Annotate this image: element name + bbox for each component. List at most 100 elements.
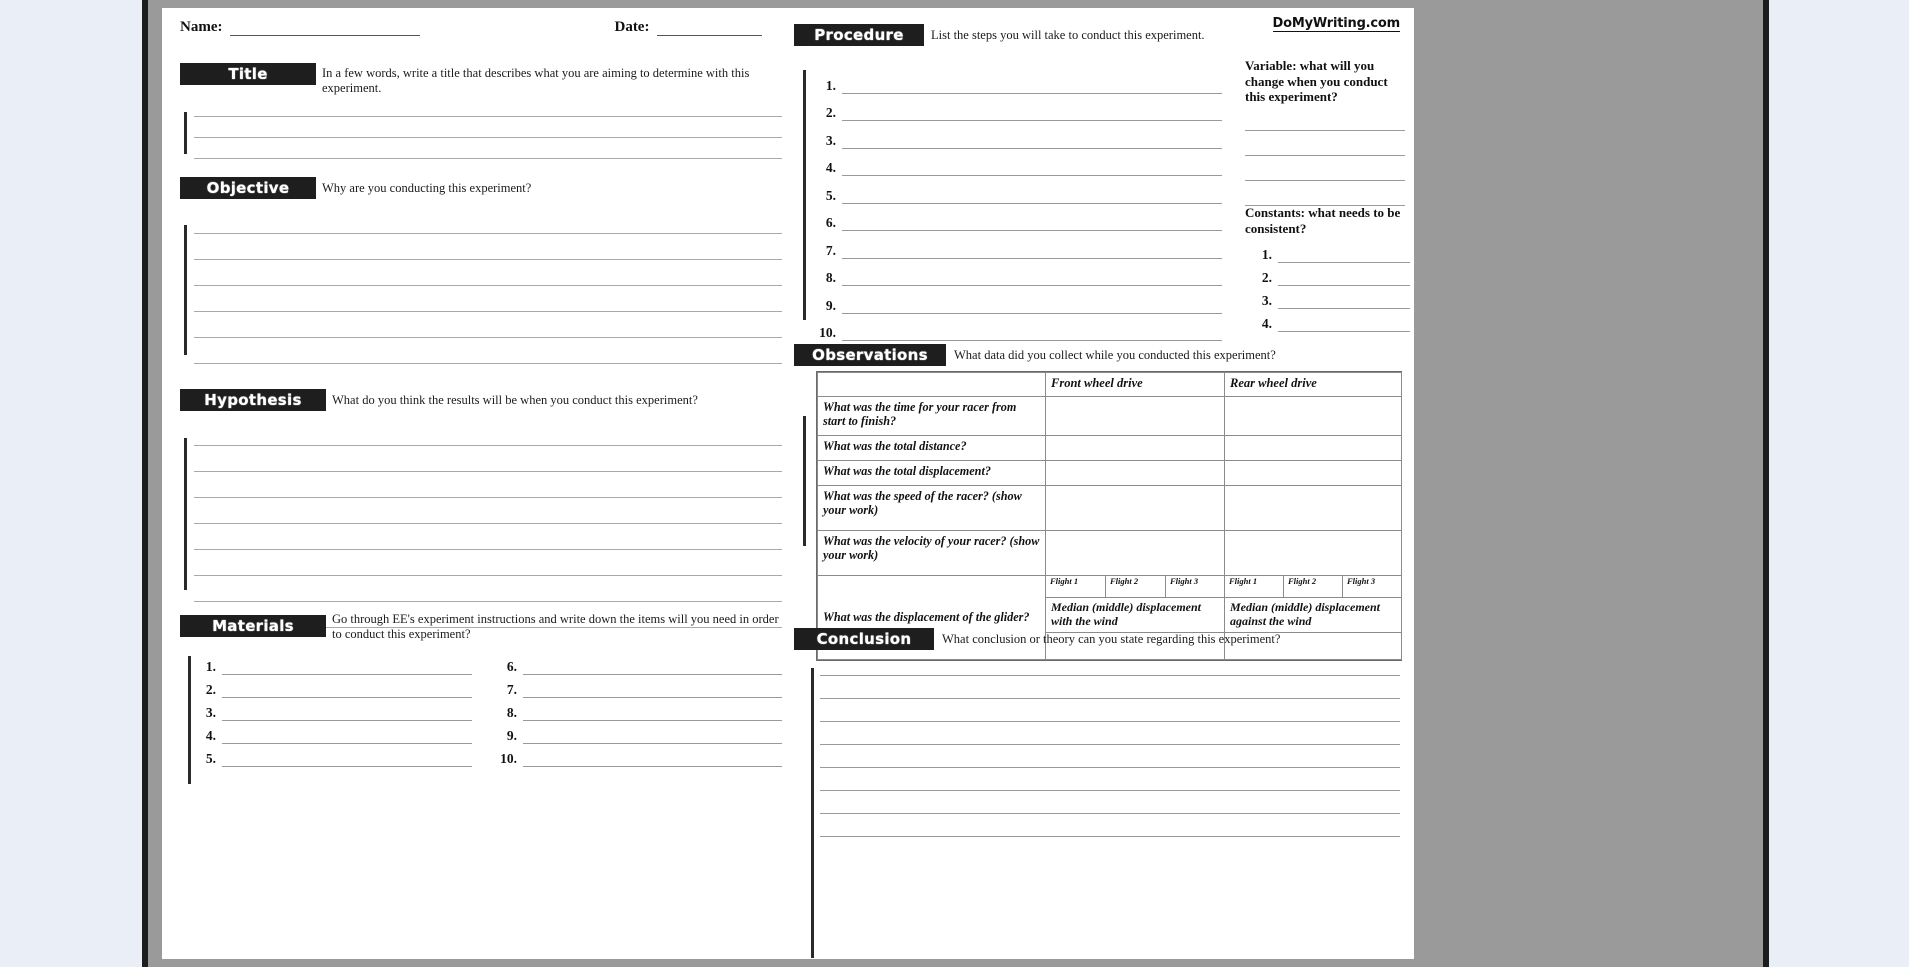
write-line[interactable] bbox=[820, 699, 1400, 722]
write-line[interactable] bbox=[194, 138, 782, 159]
write-line[interactable] bbox=[820, 653, 1400, 676]
list-item[interactable]: 6. bbox=[810, 204, 1222, 231]
constants-input-line[interactable] bbox=[1278, 247, 1410, 263]
write-line[interactable] bbox=[194, 550, 782, 576]
table-row: What was the speed of the racer? (show y… bbox=[817, 485, 1403, 531]
procedure-input-line[interactable] bbox=[842, 243, 1222, 259]
write-line[interactable] bbox=[1245, 156, 1405, 181]
materials-input-line[interactable] bbox=[523, 682, 782, 698]
materials-input-line[interactable] bbox=[523, 705, 782, 721]
materials-input-line[interactable] bbox=[523, 728, 782, 744]
materials-input-line[interactable] bbox=[222, 728, 472, 744]
list-item[interactable]: 9. bbox=[810, 286, 1222, 314]
list-number: 2. bbox=[1261, 270, 1272, 285]
write-line[interactable] bbox=[820, 722, 1400, 745]
table-cell-answer[interactable] bbox=[1224, 485, 1403, 531]
table-row-label: What was the time for your racer from st… bbox=[817, 396, 1046, 436]
constants-input-line[interactable] bbox=[1278, 293, 1410, 309]
table-header-flight: Flight 3 bbox=[1164, 575, 1226, 598]
list-item[interactable]: 10. bbox=[487, 744, 782, 767]
write-line[interactable] bbox=[194, 260, 782, 286]
table-cell-answer[interactable] bbox=[1044, 460, 1226, 486]
table-cell-answer[interactable] bbox=[1224, 396, 1403, 436]
procedure-input-line[interactable] bbox=[842, 298, 1222, 314]
list-item[interactable]: 4. bbox=[1252, 309, 1410, 332]
list-item[interactable]: 3. bbox=[194, 698, 472, 721]
materials-input-line[interactable] bbox=[523, 751, 782, 767]
write-line[interactable] bbox=[194, 524, 782, 550]
write-line[interactable] bbox=[194, 576, 782, 602]
list-item[interactable]: 7. bbox=[810, 231, 1222, 259]
materials-input-line[interactable] bbox=[222, 751, 472, 767]
write-line[interactable] bbox=[1245, 181, 1405, 206]
list-item[interactable]: 3. bbox=[810, 121, 1222, 149]
materials-input-line[interactable] bbox=[222, 659, 472, 675]
write-line[interactable] bbox=[820, 814, 1400, 837]
write-line[interactable] bbox=[820, 791, 1400, 814]
list-item[interactable]: 9. bbox=[487, 721, 782, 744]
list-item[interactable]: 8. bbox=[487, 698, 782, 721]
variable-answer-lines[interactable] bbox=[1245, 106, 1405, 206]
list-number: 1. bbox=[1261, 247, 1272, 262]
list-item[interactable]: 10. bbox=[810, 314, 1222, 341]
list-item[interactable]: 8. bbox=[810, 259, 1222, 286]
write-line[interactable] bbox=[194, 96, 782, 117]
procedure-input-line[interactable] bbox=[842, 215, 1222, 231]
write-line[interactable] bbox=[820, 676, 1400, 699]
table-cell-answer[interactable] bbox=[1044, 485, 1226, 531]
objective-answer-lines[interactable] bbox=[194, 208, 782, 364]
list-item[interactable]: 1. bbox=[194, 652, 472, 675]
table-cell-answer[interactable] bbox=[1224, 530, 1403, 576]
procedure-input-line[interactable] bbox=[842, 78, 1222, 94]
write-line[interactable] bbox=[194, 498, 782, 524]
procedure-input-line[interactable] bbox=[842, 270, 1222, 286]
list-item[interactable]: 2. bbox=[810, 94, 1222, 121]
conclusion-answer-lines[interactable] bbox=[820, 653, 1400, 837]
name-input-line[interactable] bbox=[230, 21, 421, 36]
list-item[interactable]: 4. bbox=[810, 149, 1222, 176]
write-line[interactable] bbox=[1245, 131, 1405, 156]
list-item[interactable]: 3. bbox=[1252, 286, 1410, 309]
write-line[interactable] bbox=[194, 446, 782, 472]
date-input-line[interactable] bbox=[657, 21, 763, 36]
table-cell-answer[interactable] bbox=[1224, 460, 1403, 486]
write-line[interactable] bbox=[194, 117, 782, 138]
table-cell-answer[interactable] bbox=[1224, 435, 1403, 461]
table-cell-answer[interactable] bbox=[1044, 530, 1226, 576]
procedure-input-line[interactable] bbox=[842, 160, 1222, 176]
list-item[interactable]: 5. bbox=[194, 744, 472, 767]
write-line[interactable] bbox=[194, 338, 782, 364]
title-answer-lines[interactable] bbox=[194, 96, 782, 159]
materials-input-line[interactable] bbox=[523, 659, 782, 675]
list-item[interactable]: 5. bbox=[810, 176, 1222, 204]
materials-input-line[interactable] bbox=[222, 705, 472, 721]
write-line[interactable] bbox=[194, 472, 782, 498]
list-item[interactable]: 1. bbox=[810, 66, 1222, 94]
table-cell-answer[interactable] bbox=[1044, 396, 1226, 436]
materials-input-line[interactable] bbox=[222, 682, 472, 698]
procedure-input-line[interactable] bbox=[842, 188, 1222, 204]
list-item[interactable]: 2. bbox=[194, 675, 472, 698]
list-item[interactable]: 1. bbox=[1252, 240, 1410, 263]
list-item[interactable]: 4. bbox=[194, 721, 472, 744]
write-line[interactable] bbox=[194, 312, 782, 338]
procedure-input-line[interactable] bbox=[842, 105, 1222, 121]
hypothesis-answer-lines[interactable] bbox=[194, 420, 782, 628]
list-item[interactable]: 6. bbox=[487, 652, 782, 675]
list-item[interactable]: 2. bbox=[1252, 263, 1410, 286]
write-line[interactable] bbox=[194, 420, 782, 446]
write-line[interactable] bbox=[194, 286, 782, 312]
procedure-input-line[interactable] bbox=[842, 133, 1222, 149]
list-item[interactable]: 7. bbox=[487, 675, 782, 698]
write-line[interactable] bbox=[820, 745, 1400, 768]
materials-accent-bar bbox=[188, 656, 191, 784]
constants-input-line[interactable] bbox=[1278, 316, 1410, 332]
write-line[interactable] bbox=[1245, 106, 1405, 131]
table-cell-answer[interactable] bbox=[1044, 435, 1226, 461]
procedure-input-line[interactable] bbox=[842, 325, 1222, 341]
write-line[interactable] bbox=[194, 234, 782, 260]
constants-input-line[interactable] bbox=[1278, 270, 1410, 286]
site-logo[interactable]: DoMyWriting.com bbox=[1272, 16, 1400, 32]
write-line[interactable] bbox=[820, 768, 1400, 791]
write-line[interactable] bbox=[194, 208, 782, 234]
